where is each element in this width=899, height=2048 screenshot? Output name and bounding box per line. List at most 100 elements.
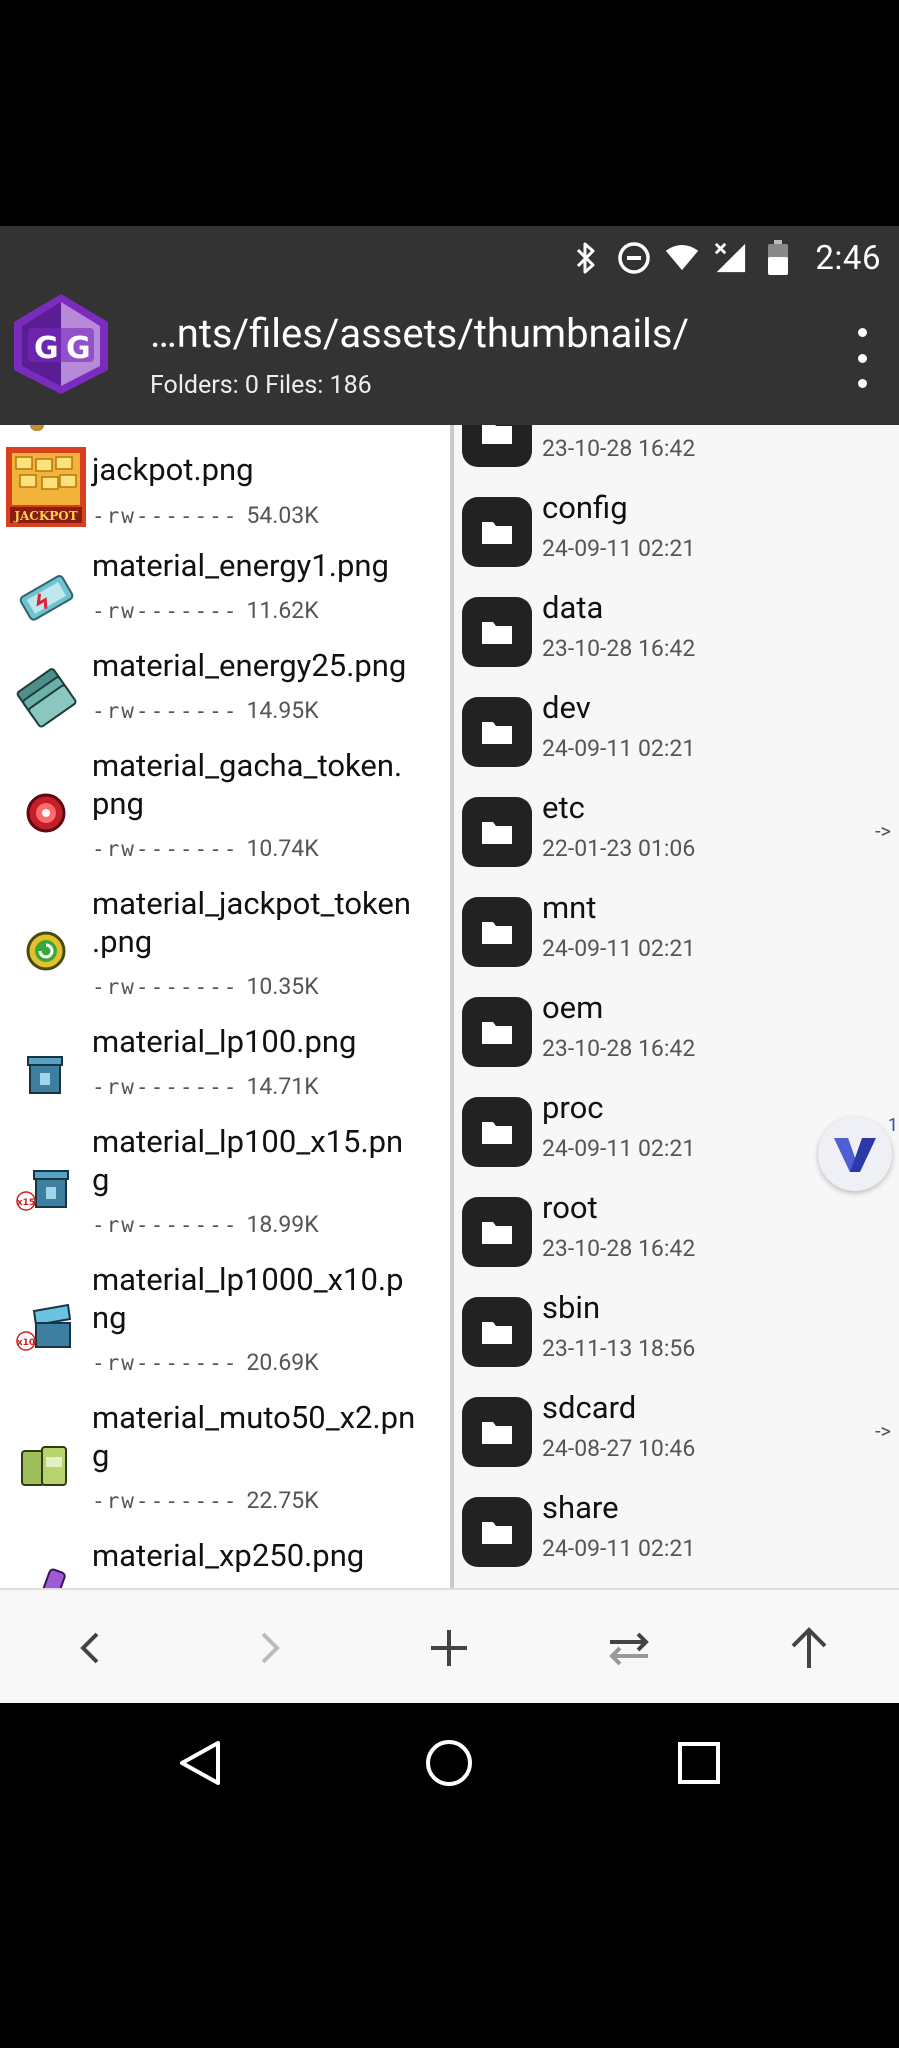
folder-date: 22-01-23 01:06: [542, 835, 696, 862]
status-bar: 2:46: [0, 226, 899, 288]
file-meta: -rw------- 54.03K: [92, 502, 319, 529]
folder-date: 24-09-11 02:21: [542, 1135, 696, 1162]
svg-text:x10: x10: [17, 1338, 35, 1348]
left-file-pane[interactable]: JACKPOT jackpot.png -rw------- 54.03K mat…: [0, 425, 450, 1588]
swap-panes-icon[interactable]: [599, 1618, 659, 1678]
folder-file-count: Folders: 0 Files: 186: [150, 371, 372, 400]
folder-date: 23-10-28 16:42: [542, 1235, 696, 1262]
gameguardian-logo[interactable]: G G: [10, 292, 112, 396]
folder-row-dev[interactable]: dev 24-09-11 02:21: [454, 685, 899, 785]
file-row-gacha-token[interactable]: material_gacha_token. png -rw------- 10.7…: [0, 745, 450, 883]
folder-row-config[interactable]: config 24-09-11 02:21: [454, 485, 899, 585]
folder-icon: [462, 697, 532, 767]
file-row-energy1[interactable]: material_energy1.png -rw------- 11.62K: [0, 545, 450, 645]
folder-icon: [462, 425, 532, 467]
file-meta: -rw------- 10.74K: [92, 835, 319, 862]
folder-name: sdcard: [542, 1389, 637, 1426]
v-app-icon: [834, 1138, 876, 1172]
folder-name: config: [542, 489, 628, 526]
file-meta: -rw------- 11.62K: [92, 597, 319, 624]
file-row-xp250[interactable]: material_xp250.png: [0, 1535, 450, 1588]
folder-row-sbin[interactable]: sbin 23-11-13 18:56: [454, 1285, 899, 1385]
file-name: jackpot.png: [92, 451, 254, 488]
folder-name: root: [542, 1189, 598, 1226]
folder-name: dev: [542, 689, 591, 726]
folder-row-data[interactable]: data 23-10-28 16:42: [454, 585, 899, 685]
folder-date: 24-09-11 02:21: [542, 735, 696, 762]
battery-icon: [761, 240, 795, 275]
folder-name: data: [542, 589, 604, 626]
folder-icon: [462, 597, 532, 667]
nav-back-icon[interactable]: [170, 1733, 230, 1793]
folder-date: 24-09-11 02:21: [542, 535, 696, 562]
folder-row-root[interactable]: root 23-10-28 16:42: [454, 1185, 899, 1285]
file-meta: -rw------- 10.35K: [92, 973, 319, 1000]
forward-arrow-icon[interactable]: [240, 1618, 300, 1678]
folder-icon: [462, 1397, 532, 1467]
folder-date: 24-09-11 02:21: [542, 1535, 696, 1562]
status-clock: 2:46: [815, 238, 881, 278]
file-name-line2: png: [92, 785, 144, 822]
folder-name: share: [542, 1489, 619, 1526]
file-row-muto50-x2[interactable]: material_muto50_x2.pn g -rw------- 22.75K: [0, 1397, 450, 1535]
folder-row-etc[interactable]: etc 22-01-23 01:06 ->: [454, 785, 899, 885]
file-meta: -rw------- 22.75K: [92, 1487, 319, 1514]
nav-home-icon[interactable]: [419, 1733, 479, 1793]
folder-icon: [462, 1297, 532, 1367]
file-name-line2: g: [92, 1437, 110, 1474]
file-name: material_energy1.png: [92, 547, 389, 584]
file-row-lp100-x15[interactable]: x15 material_lp100_x15.pn g -rw------- 18…: [0, 1121, 450, 1259]
folder-icon: [462, 797, 532, 867]
file-name: material_lp100.png: [92, 1023, 357, 1060]
folder-date: 24-08-27 10:46: [542, 1435, 696, 1462]
folder-row-mnt[interactable]: mnt 24-09-11 02:21: [454, 885, 899, 985]
gacha-token-icon: [6, 773, 86, 853]
file-name: material_energy25.png: [92, 647, 407, 684]
folder-row-oem[interactable]: oem 23-10-28 16:42: [454, 985, 899, 1085]
up-directory-icon[interactable]: [779, 1618, 839, 1678]
folder-icon: [462, 897, 532, 967]
overflow-menu-icon[interactable]: [847, 328, 877, 388]
file-row-energy25[interactable]: material_energy25.png -rw------- 14.95K: [0, 645, 450, 745]
file-name-line1: material_muto50_x2.pn: [92, 1399, 416, 1436]
file-row-lp100[interactable]: material_lp100.png -rw------- 14.71K: [0, 1021, 450, 1121]
folder-row-sdcard[interactable]: sdcard 24-08-27 10:46 ->: [454, 1385, 899, 1485]
svg-text:x15: x15: [17, 1198, 35, 1208]
file-meta: -rw------- 14.71K: [92, 1073, 319, 1100]
file-name-line1: material_gacha_token.: [92, 747, 403, 784]
jackpot-thumb-icon: JACKPOT: [6, 447, 86, 527]
floating-app-bubble[interactable]: 1: [818, 1115, 898, 1191]
energy-stack-icon: [6, 657, 86, 737]
android-nav-bar: [0, 1703, 899, 1823]
folder-icon: [462, 497, 532, 567]
folder-name: proc: [542, 1089, 604, 1126]
file-row-lp1000-x10[interactable]: x10 material_lp1000_x10.p ng -rw------- 2…: [0, 1259, 450, 1397]
folder-row-partial[interactable]: 23-10-28 16:42: [454, 425, 899, 485]
file-name-line1: material_lp1000_x10.p: [92, 1261, 404, 1298]
add-icon[interactable]: [419, 1618, 479, 1678]
folder-name: oem: [542, 989, 604, 1026]
nav-recents-icon[interactable]: [669, 1733, 729, 1793]
svg-text:G: G: [66, 331, 91, 366]
file-meta: -rw------- 18.99K: [92, 1211, 319, 1238]
bottom-toolbar: [0, 1588, 899, 1703]
folder-row-share[interactable]: share 24-09-11 02:21: [454, 1485, 899, 1585]
lp-box-icon: [6, 1033, 86, 1113]
lp-box-x15-icon: x15: [6, 1149, 86, 1229]
right-folder-pane[interactable]: 23-10-28 16:42 config 24-09-11 02:21 dat…: [454, 425, 899, 1588]
symlink-indicator: ->: [875, 1419, 891, 1443]
file-row-jackpot-token[interactable]: material_jackpot_token .png -rw------- 10…: [0, 883, 450, 1021]
folder-icon: [462, 1497, 532, 1567]
file-name-line1: material_lp100_x15.pn: [92, 1123, 404, 1160]
bluetooth-icon: [569, 241, 603, 275]
file-meta: -rw------- 14.95K: [92, 697, 319, 724]
muto-cans-icon: [6, 1425, 86, 1505]
badge-count: 1: [887, 1115, 898, 1136]
current-path: …nts/files/assets/thumbnails/: [150, 310, 689, 357]
xp-potion-icon: [6, 1565, 86, 1588]
file-row-jackpot[interactable]: JACKPOT jackpot.png -rw------- 54.03K: [0, 445, 450, 545]
folder-name: sbin: [542, 1289, 601, 1326]
partial-thumb: [30, 425, 44, 431]
energy-ticket-icon: [6, 557, 86, 637]
back-arrow-icon[interactable]: [60, 1618, 120, 1678]
